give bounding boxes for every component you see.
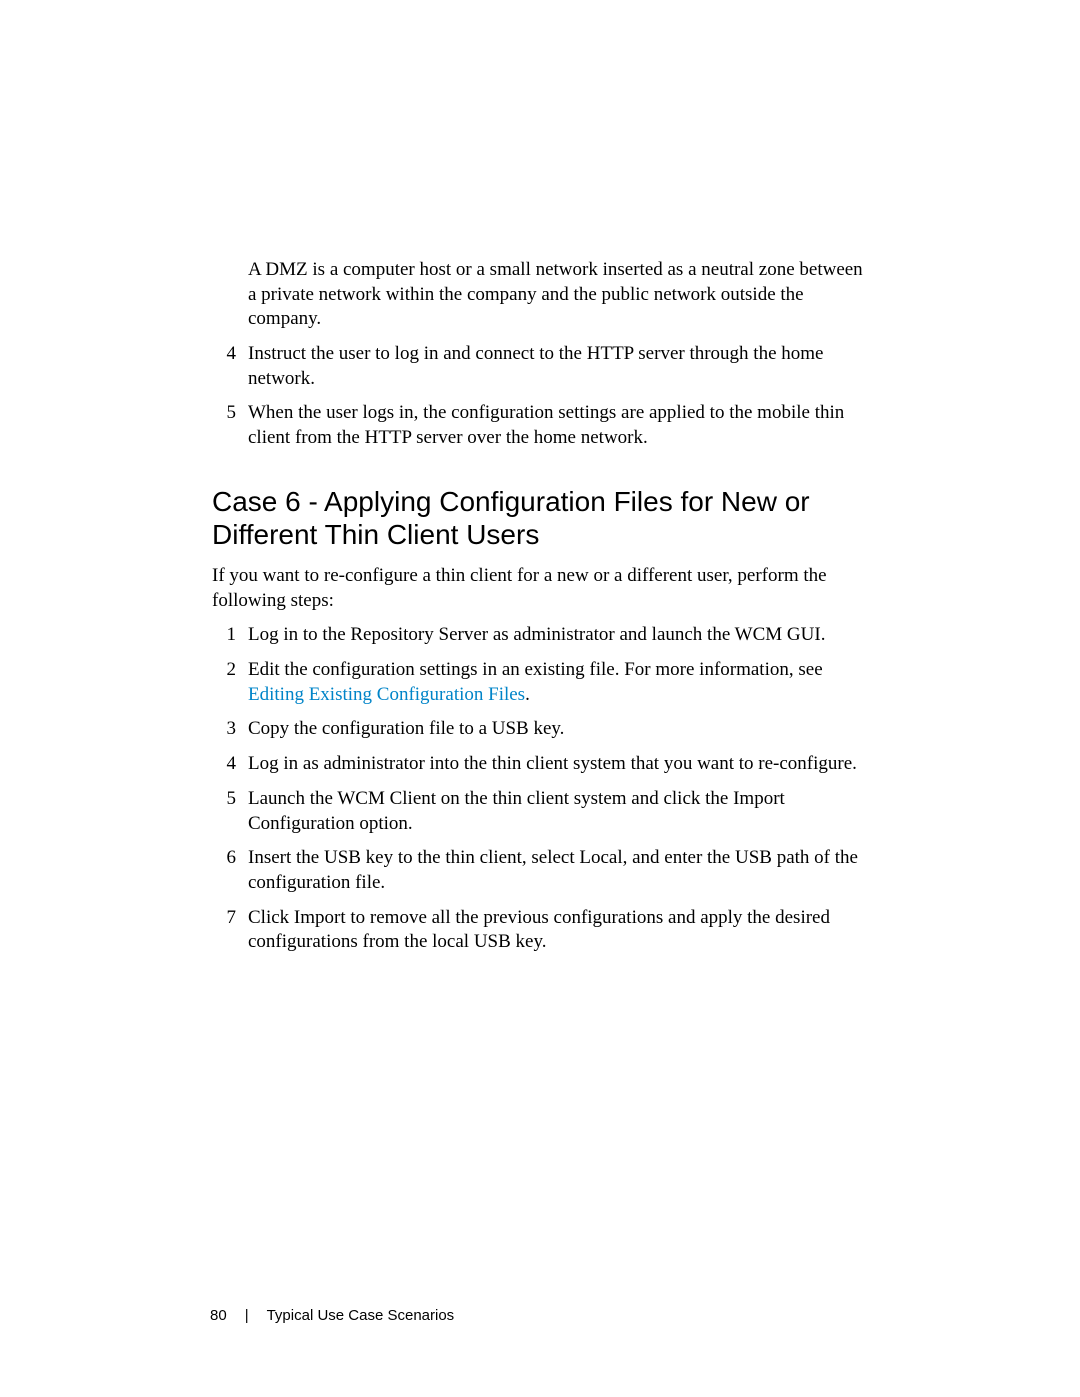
list-number: 5 [212, 787, 236, 836]
list-number: 4 [212, 342, 236, 391]
list-item: 4 Instruct the user to log in and connec… [212, 342, 864, 391]
page-number: 80 [210, 1307, 227, 1324]
list-text: Copy the configuration file to a USB key… [248, 717, 864, 742]
page: A DMZ is a computer host or a small netw… [0, 0, 1080, 1397]
section-heading-case-6: Case 6 - Applying Configuration Files fo… [212, 485, 864, 552]
list-text-prefix: Edit the configuration settings in an ex… [248, 659, 823, 680]
list-text: Log in as administrator into the thin cl… [248, 752, 864, 777]
list-item: 1 Log in to the Repository Server as adm… [212, 623, 864, 648]
list-number: 2 [212, 658, 236, 707]
list-number: 3 [212, 717, 236, 742]
list-number: 6 [212, 846, 236, 895]
section-intro: If you want to re-configure a thin clien… [212, 564, 864, 613]
list-number: 4 [212, 752, 236, 777]
link-editing-existing-config-files[interactable]: Editing Existing Configuration Files [248, 684, 525, 705]
list-text: When the user logs in, the configuration… [248, 401, 864, 450]
list-text: Click Import to remove all the previous … [248, 906, 864, 955]
list-item: 4 Log in as administrator into the thin … [212, 752, 864, 777]
list-item: 2 Edit the configuration settings in an … [212, 658, 864, 707]
chapter-title: Typical Use Case Scenarios [267, 1307, 455, 1324]
page-content: A DMZ is a computer host or a small netw… [212, 258, 864, 955]
list-item: 5 When the user logs in, the configurati… [212, 401, 864, 450]
list-text: Insert the USB key to the thin client, s… [248, 846, 864, 895]
list-item: 3 Copy the configuration file to a USB k… [212, 717, 864, 742]
list-text-suffix: . [525, 684, 530, 705]
list-item: 5 Launch the WCM Client on the thin clie… [212, 787, 864, 836]
list-text: Log in to the Repository Server as admin… [248, 623, 864, 648]
list-item: 7 Click Import to remove all the previou… [212, 906, 864, 955]
page-footer: 80 | Typical Use Case Scenarios [210, 1307, 454, 1324]
list-number: 5 [212, 401, 236, 450]
dmz-definition: A DMZ is a computer host or a small netw… [248, 258, 864, 332]
footer-divider: | [245, 1307, 249, 1324]
list-number: 7 [212, 906, 236, 955]
list-item: 6 Insert the USB key to the thin client,… [212, 846, 864, 895]
list-text: Edit the configuration settings in an ex… [248, 658, 864, 707]
list-number: 1 [212, 623, 236, 648]
list-text: Instruct the user to log in and connect … [248, 342, 864, 391]
list-text: Launch the WCM Client on the thin client… [248, 787, 864, 836]
